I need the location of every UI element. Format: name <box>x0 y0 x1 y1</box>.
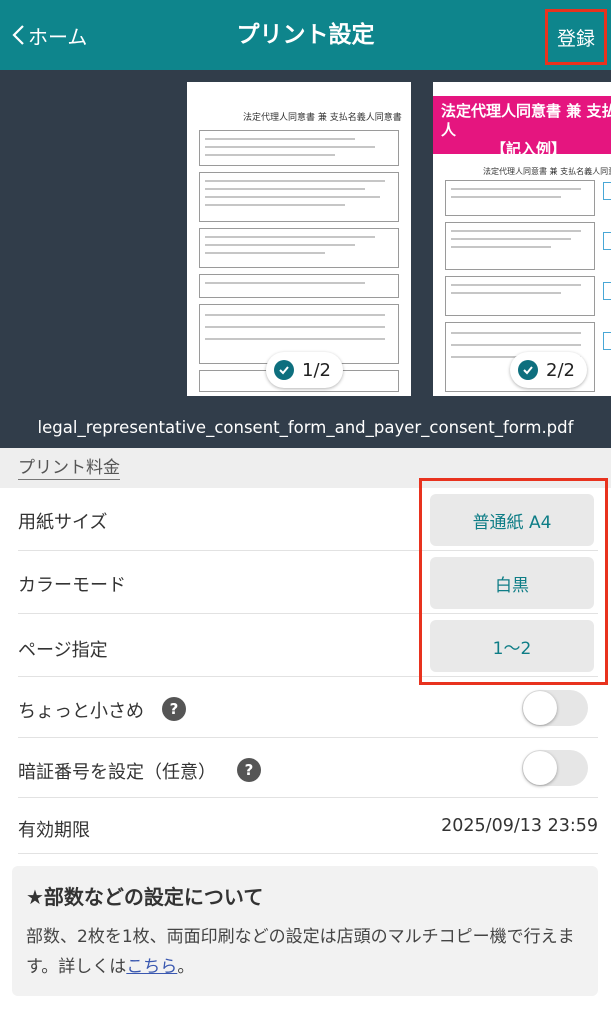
doc-text-line <box>451 196 561 198</box>
annotation-box <box>603 182 611 200</box>
doc-text-line <box>205 338 385 340</box>
doc-section <box>199 274 399 298</box>
page-badge-label: 1/2 <box>302 359 331 381</box>
doc-text-line <box>205 282 365 284</box>
paper-size-select[interactable]: 普通紙 A4 <box>430 494 594 546</box>
doc-text-line <box>451 292 561 294</box>
doc-text-line <box>205 236 375 238</box>
doc-heading: 法定代理人同意書 兼 支払名義人同意書 <box>483 167 611 176</box>
doc-text-line <box>205 252 325 254</box>
pin-toggle[interactable] <box>522 750 588 786</box>
expiry-value: 2025/09/13 23:59 <box>441 816 598 836</box>
page-thumbnail-2[interactable]: 法定代理人同意書 兼 支払名義人 【記入例】 法定代理人同意書 兼 支払名義人同… <box>433 82 611 396</box>
doc-section <box>445 276 595 316</box>
info-text: 部数、2枚を1枚、両面印刷などの設定は店頭のマルチコピー機で行えます。詳しくはこ… <box>26 922 584 982</box>
color-mode-value: 白黒 <box>495 575 529 596</box>
color-mode-row: カラーモード 白黒 <box>18 551 598 614</box>
section-title[interactable]: プリント料金 <box>18 457 120 480</box>
example-banner: 法定代理人同意書 兼 支払名義人 【記入例】 <box>433 96 611 158</box>
doc-text-line <box>205 154 335 156</box>
doc-text-line <box>205 138 355 140</box>
color-mode-label: カラーモード <box>18 575 126 596</box>
register-label: 登録 <box>556 27 595 50</box>
page-range-select[interactable]: 1〜2 <box>430 620 594 672</box>
banner-line-2: 【記入例】 <box>491 140 567 158</box>
annotation-box <box>603 232 611 250</box>
pin-label: 暗証番号を設定（任意） <box>18 762 216 783</box>
smaller-print-label: ちょっと小さめ <box>18 701 144 722</box>
doc-text-line <box>451 230 581 232</box>
expiry-label: 有効期限 <box>18 820 90 841</box>
page-range-label: ページ指定 <box>18 640 108 661</box>
doc-text-line <box>451 344 581 346</box>
doc-text-line <box>451 246 551 248</box>
doc-text-line <box>451 332 581 334</box>
price-section-header: プリント料金 <box>0 448 611 488</box>
expiry-row: 有効期限 2025/09/13 23:59 <box>18 798 598 854</box>
doc-text-line <box>205 326 385 328</box>
page-badge-2[interactable]: 2/2 <box>510 352 587 388</box>
doc-text-line <box>205 146 375 148</box>
register-button[interactable]: 登録 <box>545 9 607 65</box>
page-range-value: 1〜2 <box>492 638 532 659</box>
doc-text-line <box>205 180 385 182</box>
print-preview: 法定代理人同意書 兼 支払名義人同意書 法定代理人同意書 兼 支払名義人 【記入… <box>0 70 611 448</box>
check-icon <box>274 360 294 380</box>
smaller-print-toggle[interactable] <box>522 690 588 726</box>
smaller-print-row: ちょっと小さめ ? <box>18 677 598 738</box>
pin-row: 暗証番号を設定（任意） ? <box>18 738 598 798</box>
page-badge-label: 2/2 <box>546 359 575 381</box>
paper-size-label: 用紙サイズ <box>18 512 108 533</box>
info-suffix: 。 <box>177 957 195 977</box>
page-thumbnail-1[interactable]: 法定代理人同意書 兼 支払名義人同意書 <box>187 82 411 396</box>
doc-text-line <box>205 188 365 190</box>
info-title: ★部数などの設定について <box>26 885 264 909</box>
file-name: legal_representative_consent_form_and_pa… <box>37 418 574 437</box>
page-badge-1[interactable]: 1/2 <box>266 352 343 388</box>
info-body: 部数、2枚を1枚、両面印刷などの設定は店頭のマルチコピー機で行えます。詳しくは <box>26 927 575 977</box>
toggle-knob <box>523 691 557 725</box>
doc-text-line <box>451 238 571 240</box>
paper-size-row: 用紙サイズ 普通紙 A4 <box>18 488 598 551</box>
doc-text-line <box>205 204 345 206</box>
doc-text-line <box>205 244 355 246</box>
doc-text-line <box>205 314 385 316</box>
settings-info-card: ★部数などの設定について 部数、2枚を1枚、両面印刷などの設定は店頭のマルチコピ… <box>12 866 598 996</box>
page-title: プリント設定 <box>236 22 375 48</box>
doc-text-line <box>451 188 581 190</box>
annotation-box <box>603 332 611 350</box>
doc-heading: 法定代理人同意書 兼 支払名義人同意書 <box>243 113 402 123</box>
doc-section <box>199 228 399 268</box>
page-range-row: ページ指定 1〜2 <box>18 614 598 677</box>
check-icon <box>518 360 538 380</box>
details-link[interactable]: こちら <box>126 957 177 977</box>
banner-line-1: 法定代理人同意書 兼 支払名義人 <box>441 102 611 139</box>
toggle-knob <box>523 751 557 785</box>
annotation-box <box>603 282 611 300</box>
doc-section <box>199 130 399 166</box>
doc-text-line <box>205 196 380 198</box>
help-icon[interactable]: ? <box>162 697 186 721</box>
paper-size-value: 普通紙 A4 <box>472 512 552 533</box>
color-mode-select[interactable]: 白黒 <box>430 557 594 609</box>
doc-text-line <box>451 284 581 286</box>
help-icon[interactable]: ? <box>237 758 261 782</box>
app-header: ホーム プリント設定 登録 <box>0 0 611 70</box>
doc-section <box>445 180 595 216</box>
